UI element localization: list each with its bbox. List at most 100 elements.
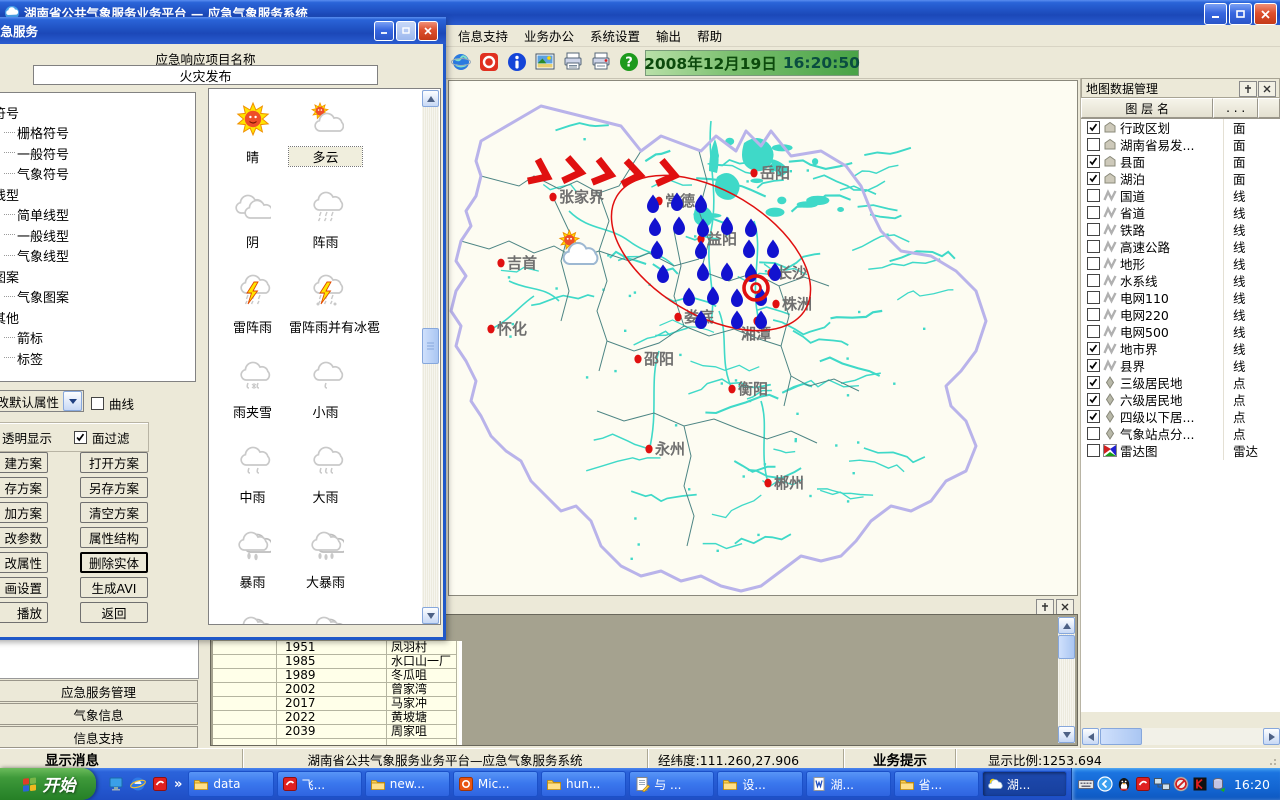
task-button[interactable]: 设...: [717, 771, 802, 797]
layer-checkbox[interactable]: [1087, 155, 1100, 168]
layer-checkbox[interactable]: [1087, 325, 1100, 338]
tree-item[interactable]: 标签: [0, 348, 195, 369]
weather-symbol-sun[interactable]: 晴: [216, 101, 289, 166]
tree-item[interactable]: 栅格符号: [0, 123, 195, 144]
layer-row[interactable]: 电网500线: [1081, 323, 1280, 340]
layer-row[interactable]: 雷达图雷达: [1081, 442, 1280, 459]
layer-checkbox[interactable]: [1087, 376, 1100, 389]
overflow-chevron[interactable]: »: [174, 777, 182, 792]
table-row[interactable]: 2039周家咀: [213, 725, 459, 739]
tree-item[interactable]: 线型: [0, 184, 195, 205]
table-row[interactable]: 1951凤羽村: [213, 641, 459, 655]
layer-checkbox[interactable]: [1087, 206, 1100, 219]
button-返回[interactable]: 返回: [80, 602, 148, 623]
tree-item[interactable]: 气象符号: [0, 164, 195, 185]
print-preview-icon[interactable]: [590, 51, 612, 73]
button-加方案[interactable]: 加方案: [0, 502, 48, 523]
dialog-restore-button[interactable]: [396, 21, 416, 41]
layer-row[interactable]: 省道线: [1081, 204, 1280, 221]
layer-checkbox[interactable]: [1087, 138, 1100, 151]
col-extra[interactable]: [1258, 98, 1280, 118]
button-改属性[interactable]: 改属性: [0, 552, 48, 573]
face-filter-checkbox[interactable]: 面过滤: [74, 428, 130, 447]
station-table[interactable]: 1951凤羽村1985水口山一厂1989冬瓜咀2002曾家湾2017马家冲202…: [213, 641, 459, 745]
keyboard-icon[interactable]: [1078, 776, 1094, 792]
tree-item[interactable]: 气象线型: [0, 246, 195, 267]
layer-checkbox[interactable]: [1087, 291, 1100, 304]
task-button[interactable]: 湖...: [982, 771, 1067, 797]
curve-checkbox[interactable]: 曲线: [91, 394, 134, 413]
layer-row[interactable]: 三级居民地点: [1081, 374, 1280, 391]
col-type[interactable]: . . .: [1213, 98, 1258, 118]
button-建方案[interactable]: 建方案: [0, 452, 48, 473]
task-button[interactable]: 与 ...: [629, 771, 714, 797]
button-属性结构[interactable]: 属性结构: [80, 527, 148, 548]
button-改参数[interactable]: 改参数: [0, 527, 48, 548]
button-打开方案[interactable]: 打开方案: [80, 452, 148, 473]
hide-icons-icon[interactable]: [1097, 776, 1113, 792]
close-icon[interactable]: [1056, 599, 1074, 615]
transparent-checkbox[interactable]: 透明显示: [0, 428, 52, 447]
col-layer-name[interactable]: 图 层 名: [1081, 98, 1213, 118]
sidebar-button-信息支持[interactable]: 信息支持: [0, 726, 198, 748]
weather-symbol-partial[interactable]: [216, 611, 289, 625]
task-button[interactable]: 飞...: [277, 771, 362, 797]
layer-checkbox[interactable]: [1087, 172, 1100, 185]
weather-symbol-rain-3[interactable]: 大雨: [289, 441, 362, 506]
layer-row[interactable]: 行政区划面: [1081, 119, 1280, 136]
print-icon[interactable]: [562, 51, 584, 73]
image-icon[interactable]: [534, 51, 556, 73]
layer-checkbox[interactable]: [1087, 410, 1100, 423]
task-button[interactable]: 省...: [894, 771, 979, 797]
layer-checkbox[interactable]: [1087, 121, 1100, 134]
pin-icon[interactable]: [1239, 81, 1257, 97]
layer-checkbox[interactable]: [1087, 427, 1100, 440]
tree-item[interactable]: 气象图案: [0, 287, 195, 308]
help-icon[interactable]: ?: [618, 51, 640, 73]
button-画设置[interactable]: 画设置: [0, 577, 48, 598]
sidebar-button-应急服务管理[interactable]: 应急服务管理: [0, 680, 198, 702]
layers-hscrollbar[interactable]: [1082, 728, 1280, 745]
table-row[interactable]: [213, 739, 459, 745]
menu-item[interactable]: 帮助: [689, 24, 730, 47]
table-row[interactable]: 2002曾家湾: [213, 683, 459, 697]
layer-row[interactable]: 六级居民地点: [1081, 391, 1280, 408]
tree-item[interactable]: 一般线型: [0, 225, 195, 246]
weather-symbol-rain-2[interactable]: 中雨: [216, 441, 289, 506]
layer-row[interactable]: 电网110线: [1081, 289, 1280, 306]
info-icon[interactable]: [506, 51, 528, 73]
pin-icon[interactable]: [1036, 599, 1054, 615]
start-button[interactable]: 开始: [0, 768, 96, 800]
layer-checkbox[interactable]: [1087, 223, 1100, 236]
table-row[interactable]: 2022黄坡塘: [213, 711, 459, 725]
blocked-icon[interactable]: [1173, 776, 1189, 792]
task-button[interactable]: hun...: [541, 771, 626, 797]
tree-item[interactable]: 箭标: [0, 328, 195, 349]
layer-row[interactable]: 县面面: [1081, 153, 1280, 170]
sidebar-button-气象信息[interactable]: 气象信息: [0, 703, 198, 725]
tree-item[interactable]: 其他: [0, 307, 195, 328]
network-icon[interactable]: [1154, 776, 1170, 792]
clock[interactable]: 16:20: [1234, 777, 1270, 792]
default-attr-dropdown[interactable]: 改默认属性: [0, 390, 84, 412]
weather-symbol-thunder-hail[interactable]: 雷阵雨并有冰雹: [289, 271, 362, 336]
dialog-minimize-button[interactable]: [374, 21, 394, 41]
layer-checkbox[interactable]: [1087, 189, 1100, 202]
layer-checkbox[interactable]: [1087, 444, 1100, 457]
layer-row[interactable]: 湖南省易发...面: [1081, 136, 1280, 153]
restore-button[interactable]: [1229, 3, 1252, 25]
button-播放[interactable]: 播放: [0, 602, 48, 623]
task-button[interactable]: new...: [365, 771, 450, 797]
penguin-icon[interactable]: [1116, 776, 1132, 792]
menu-item[interactable]: 信息支持: [450, 24, 516, 47]
weather-symbol-partial[interactable]: [289, 611, 362, 625]
table-row[interactable]: 1985水口山一厂: [213, 655, 459, 669]
layer-row[interactable]: 水系线线: [1081, 272, 1280, 289]
layer-row[interactable]: 电网220线: [1081, 306, 1280, 323]
layer-row[interactable]: 国道线: [1081, 187, 1280, 204]
layer-checkbox[interactable]: [1087, 274, 1100, 287]
button-清空方案[interactable]: 清空方案: [80, 502, 148, 523]
bottom-scrollbar[interactable]: [1058, 617, 1075, 743]
button-生成AVI[interactable]: 生成AVI: [80, 577, 148, 598]
button-删除实体[interactable]: 删除实体: [80, 552, 148, 573]
